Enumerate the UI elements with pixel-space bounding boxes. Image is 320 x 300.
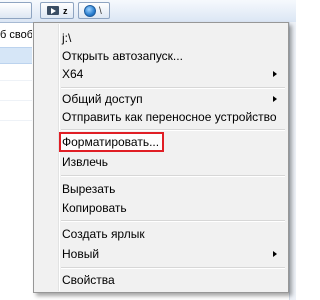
menu-separator	[61, 267, 285, 269]
menu-item-copy[interactable]: Копировать	[34, 199, 288, 217]
menu-separator	[61, 220, 285, 222]
menu-item-create-shortcut[interactable]: Создать ярлык	[34, 225, 288, 243]
submenu-arrow-icon	[273, 251, 277, 257]
menu-separator	[61, 129, 285, 131]
menu-item-label: Вырезать	[62, 182, 116, 196]
menu-item-label: Копировать	[62, 201, 127, 215]
row-divider	[0, 100, 32, 101]
toolbar-button-partial[interactable]	[0, 2, 32, 19]
menu-item-label: j:\	[62, 31, 72, 45]
menu-separator	[61, 87, 285, 89]
menu-item-label: Отправить как переносное устройство	[62, 110, 277, 124]
row-divider	[0, 120, 32, 121]
drive-button-label: z	[63, 6, 68, 16]
removable-drive-icon	[47, 6, 59, 15]
menu-item-drive-path[interactable]: j:\	[34, 29, 288, 47]
free-space-status: б свобо	[0, 29, 32, 41]
menu-item-label: X64	[62, 67, 84, 81]
vertical-scrollbar[interactable]	[289, 22, 296, 300]
selected-file-row[interactable]	[0, 47, 32, 64]
menu-item-label: Создать ярлык	[62, 227, 145, 241]
menu-item-x64[interactable]: X64	[34, 65, 288, 83]
menu-item-label: Новый	[62, 247, 100, 261]
globe-icon	[84, 5, 96, 17]
explorer-toolbar: z \	[0, 0, 296, 23]
menu-item-label: Свойства	[62, 273, 115, 287]
menu-item-sharing[interactable]: Общий доступ	[34, 90, 288, 108]
menu-item-autoplay[interactable]: Открыть автозапуск...	[34, 47, 288, 65]
menu-item-cut[interactable]: Вырезать	[34, 180, 288, 198]
row-divider	[0, 80, 32, 81]
menu-item-label: Общий доступ	[62, 92, 143, 106]
menu-item-send-portable-device[interactable]: Отправить как переносное устройство	[34, 108, 288, 126]
submenu-arrow-icon	[273, 96, 277, 102]
menu-item-eject[interactable]: Извлечь	[34, 153, 288, 171]
menu-item-label: Открыть автозапуск...	[62, 49, 183, 63]
menu-item-format[interactable]: Форматировать...	[34, 133, 288, 151]
network-button[interactable]: \	[78, 2, 110, 19]
menu-item-label: Извлечь	[62, 155, 109, 169]
context-menu: j:\ Открыть автозапуск... X64 Общий дост…	[33, 22, 289, 293]
drive-button[interactable]: z	[40, 2, 74, 19]
menu-item-properties[interactable]: Свойства	[34, 271, 288, 289]
menu-item-new[interactable]: Новый	[34, 245, 288, 263]
submenu-arrow-icon	[273, 71, 277, 77]
separator-glyph: \	[99, 6, 102, 17]
menu-separator	[61, 175, 285, 177]
menu-item-label: Форматировать...	[62, 135, 160, 149]
